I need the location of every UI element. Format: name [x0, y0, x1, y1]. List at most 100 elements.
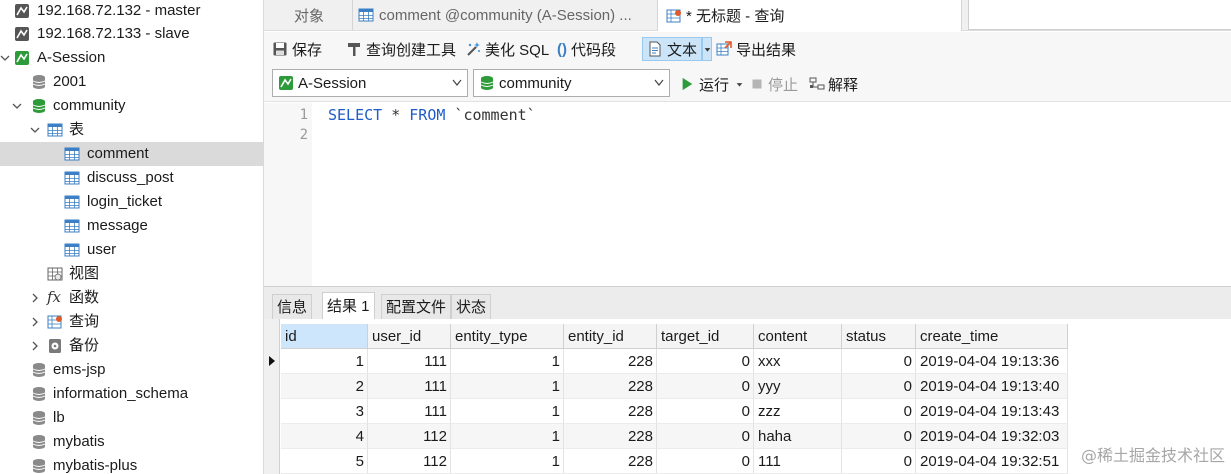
save-button[interactable]: 保存 — [272, 37, 322, 61]
cell-target-id[interactable]: 0 — [657, 399, 754, 424]
connection-tree[interactable]: 192.168.72.132 - master 192.168.72.133 -… — [0, 0, 264, 474]
tree-node-database-ems-jsp[interactable]: ems-jsp — [0, 358, 263, 382]
cell-user-id[interactable]: 111 — [368, 399, 451, 424]
cell-status[interactable]: 0 — [842, 399, 916, 424]
tree-node-connection-master[interactable]: 192.168.72.132 - master — [0, 0, 263, 23]
cell-entity-id[interactable]: 228 — [564, 374, 657, 399]
cell-status[interactable]: 0 — [842, 424, 916, 449]
cell-entity-type[interactable]: 1 — [451, 349, 564, 374]
cell-id[interactable]: 3 — [281, 399, 368, 424]
cell-target-id[interactable]: 0 — [657, 449, 754, 474]
cell-entity-type[interactable]: 1 — [451, 449, 564, 474]
text-mode-button[interactable]: 文本 — [642, 37, 702, 61]
cell-user-id[interactable]: 112 — [368, 449, 451, 474]
tree-node-table-login-ticket[interactable]: login_ticket — [0, 190, 263, 214]
tree-node-database-community[interactable]: community — [0, 94, 263, 118]
cell-target-id[interactable]: 0 — [657, 424, 754, 449]
tab-status[interactable]: 状态 — [451, 294, 492, 319]
tree-node-table-discuss-post[interactable]: discuss_post — [0, 166, 263, 190]
tree-node-connection-a-session[interactable]: A-Session — [0, 46, 263, 70]
cell-entity-id[interactable]: 228 — [564, 449, 657, 474]
tree-node-queries-folder[interactable]: 查询 — [0, 310, 263, 334]
chevron-down-icon[interactable] — [30, 125, 40, 135]
cell-entity-type[interactable]: 1 — [451, 399, 564, 424]
cell-entity-id[interactable]: 228 — [564, 399, 657, 424]
chevron-down-icon[interactable] — [12, 101, 22, 111]
tree-node-label: 函数 — [69, 289, 100, 306]
column-header-entity-type[interactable]: entity_type — [451, 324, 564, 349]
tree-node-functions-folder[interactable]: fx 函数 — [0, 286, 263, 310]
cell-content[interactable]: yyy — [754, 374, 842, 399]
cell-id[interactable]: 4 — [281, 424, 368, 449]
column-header-id[interactable]: id — [281, 324, 368, 349]
tab-info[interactable]: 信息 — [272, 294, 313, 319]
cell-id[interactable]: 1 — [281, 349, 368, 374]
column-header-status[interactable]: status — [842, 324, 916, 349]
chevron-right-icon[interactable] — [30, 341, 40, 351]
explain-button[interactable]: 解释 — [809, 73, 858, 95]
column-header-create-time[interactable]: create_time — [916, 324, 1068, 349]
cell-content[interactable]: haha — [754, 424, 842, 449]
stop-button[interactable]: 停止 — [751, 73, 798, 95]
column-header-target-id[interactable]: target_id — [657, 324, 754, 349]
cell-content[interactable]: xxx — [754, 349, 842, 374]
tab-result-1[interactable]: 结果 1 — [322, 292, 375, 320]
tab-table-comment[interactable]: comment @community (A-Session) ... — [358, 0, 632, 30]
cell-id[interactable]: 5 — [281, 449, 368, 474]
export-results-button[interactable]: 导出结果 — [716, 37, 796, 61]
column-header-user-id[interactable]: user_id — [368, 324, 451, 349]
cell-status[interactable]: 0 — [842, 374, 916, 399]
code-snippet-button[interactable]: () 代码段 — [557, 37, 616, 61]
cell-create-time[interactable]: 2019-04-04 19:32:51 — [916, 449, 1068, 474]
sql-editor[interactable]: 1 2 SELECT * FROM `comment` — [264, 103, 1231, 286]
cell-create-time[interactable]: 2019-04-04 19:13:43 — [916, 399, 1068, 424]
chevron-right-icon[interactable] — [30, 293, 40, 303]
cell-entity-id[interactable]: 228 — [564, 349, 657, 374]
tab-untitled-query[interactable]: * 无标题 - 查询 — [657, 0, 962, 31]
column-header-entity-id[interactable]: entity_id — [564, 324, 657, 349]
tree-node-backups-folder[interactable]: 备份 — [0, 334, 263, 358]
cell-entity-type[interactable]: 1 — [451, 374, 564, 399]
object-search-field[interactable] — [968, 0, 1231, 30]
query-builder-button[interactable]: 查询创建工具 — [346, 37, 456, 61]
cell-user-id[interactable]: 111 — [368, 374, 451, 399]
tree-node-database-lb[interactable]: lb — [0, 406, 263, 430]
sql-code-line[interactable]: SELECT * FROM `comment` — [328, 104, 536, 126]
chevron-down-icon[interactable] — [0, 53, 10, 63]
tree-node-database-information-schema[interactable]: information_schema — [0, 382, 263, 406]
tree-node-database-2001[interactable]: 2001 — [0, 70, 263, 94]
tree-node-table-comment[interactable]: comment — [0, 142, 263, 166]
cell-create-time[interactable]: 2019-04-04 19:13:36 — [916, 349, 1068, 374]
tree-node-table-user[interactable]: user — [0, 238, 263, 262]
text-mode-dropdown[interactable] — [702, 37, 712, 61]
connection-select[interactable]: A-Session — [272, 69, 468, 97]
cell-entity-type[interactable]: 1 — [451, 424, 564, 449]
run-button[interactable]: 运行 — [680, 73, 743, 95]
chevron-right-icon[interactable] — [30, 317, 40, 327]
cell-create-time[interactable]: 2019-04-04 19:13:40 — [916, 374, 1068, 399]
cell-content[interactable]: 111 — [754, 449, 842, 474]
tree-node-views-folder[interactable]: 视图 — [0, 262, 263, 286]
tree-node-database-mybatis-plus[interactable]: mybatis-plus — [0, 454, 263, 474]
cell-create-time[interactable]: 2019-04-04 19:32:03 — [916, 424, 1068, 449]
cell-entity-id[interactable]: 228 — [564, 424, 657, 449]
cell-target-id[interactable]: 0 — [657, 374, 754, 399]
cell-target-id[interactable]: 0 — [657, 349, 754, 374]
cell-id[interactable]: 2 — [281, 374, 368, 399]
beautify-sql-button[interactable]: 美化 SQL — [465, 37, 549, 61]
caret-down-icon[interactable] — [736, 81, 743, 88]
cell-user-id[interactable]: 112 — [368, 424, 451, 449]
cell-content[interactable]: zzz — [754, 399, 842, 424]
database-select[interactable]: community — [473, 69, 670, 97]
cell-status[interactable]: 0 — [842, 449, 916, 474]
tree-node-table-message[interactable]: message — [0, 214, 263, 238]
column-header-content[interactable]: content — [754, 324, 842, 349]
tree-node-tables-folder[interactable]: 表 — [0, 118, 263, 142]
tab-profile[interactable]: 配置文件 — [381, 294, 452, 319]
tab-objects[interactable]: 对象 — [294, 0, 324, 30]
table-icon — [64, 147, 80, 161]
cell-status[interactable]: 0 — [842, 349, 916, 374]
tree-node-database-mybatis[interactable]: mybatis — [0, 430, 263, 454]
tree-node-connection-slave[interactable]: 192.168.72.133 - slave — [0, 22, 263, 46]
cell-user-id[interactable]: 111 — [368, 349, 451, 374]
